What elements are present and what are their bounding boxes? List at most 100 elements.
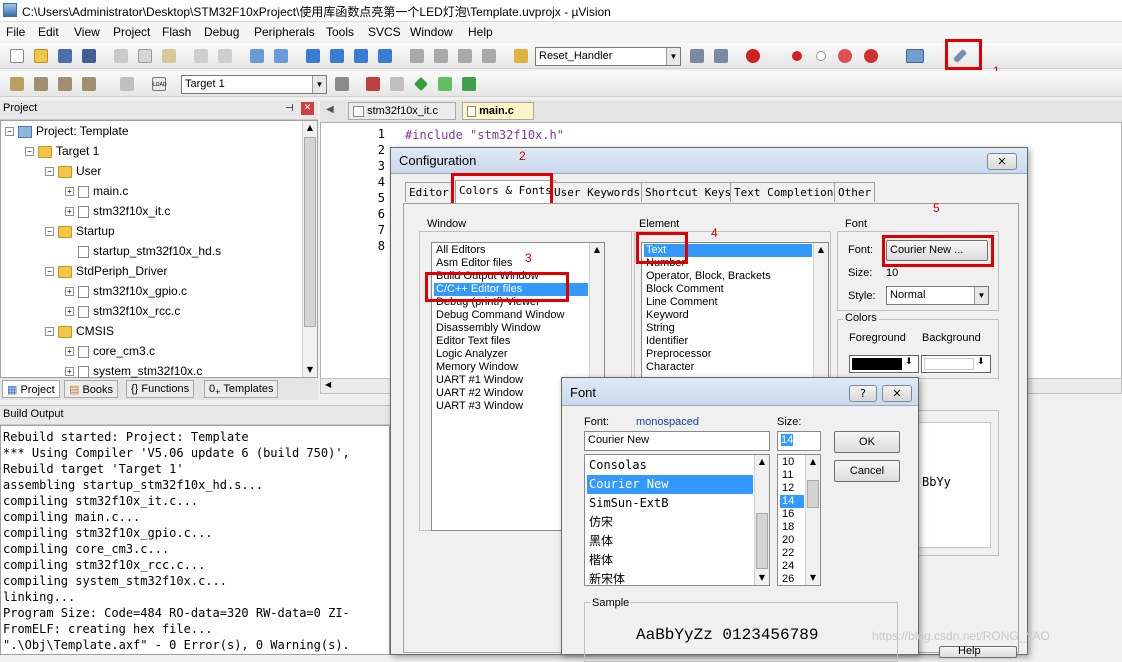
translate-icon[interactable] xyxy=(8,75,26,93)
list-item[interactable]: Identifier xyxy=(644,335,812,348)
style-combo[interactable]: Normal ▼ xyxy=(886,286,989,305)
chevron-down-icon[interactable]: ⬇ xyxy=(905,357,913,367)
scroll-up-icon[interactable]: ▲ xyxy=(590,243,604,257)
menu-window[interactable]: Window xyxy=(410,25,453,39)
tree-item[interactable]: + stm32f10x_rcc.c xyxy=(65,304,180,318)
list-item[interactable]: 14 xyxy=(780,495,804,508)
tab-templates[interactable]: 0+ Templates xyxy=(204,380,279,398)
new-file-icon[interactable] xyxy=(8,47,26,65)
nav-forward-icon[interactable] xyxy=(272,47,290,65)
scroll-up-icon[interactable]: ▲ xyxy=(755,455,769,469)
load-flash-icon[interactable]: LOAD xyxy=(150,75,170,93)
collapse-icon[interactable]: − xyxy=(45,267,54,277)
select-packs-icon[interactable] xyxy=(388,75,406,93)
tab-user-keywords[interactable]: User Keywords xyxy=(550,182,645,202)
chevron-down-icon[interactable]: ▼ xyxy=(974,287,988,304)
menu-svcs[interactable]: SVCS xyxy=(368,25,401,39)
font-size-input[interactable]: 14 xyxy=(777,431,821,451)
foreground-color-picker[interactable]: ⬇ xyxy=(849,355,919,373)
disable-breakpoints-icon[interactable] xyxy=(836,47,854,65)
pin-icon[interactable]: ⊣ xyxy=(285,103,294,114)
list-item[interactable]: 16 xyxy=(780,508,804,521)
tab-project[interactable]: ▦ Project xyxy=(2,380,60,398)
scroll-thumb[interactable] xyxy=(756,513,768,569)
scroll-down-icon[interactable]: ▼ xyxy=(303,363,317,377)
size-list-scrollbar[interactable]: ▲ ▼ xyxy=(805,455,820,585)
debug-session-icon[interactable] xyxy=(744,47,762,65)
target-combo[interactable]: Target 1 ▼ xyxy=(181,75,327,94)
list-item[interactable]: Character xyxy=(644,361,812,374)
comment-icon[interactable] xyxy=(456,47,474,65)
menu-debug[interactable]: Debug xyxy=(204,25,239,39)
list-item[interactable]: String xyxy=(644,322,812,335)
list-item[interactable]: 黑体 xyxy=(587,532,753,551)
nav-back-icon[interactable] xyxy=(248,47,266,65)
tree-item[interactable]: + core_cm3.c xyxy=(65,344,155,358)
list-item[interactable]: Operator, Block, Brackets xyxy=(644,270,812,283)
list-item[interactable]: Asm Editor files xyxy=(434,257,588,270)
list-item[interactable]: Block Comment xyxy=(644,283,812,296)
undo-icon[interactable] xyxy=(192,47,210,65)
chevron-down-icon[interactable]: ▼ xyxy=(666,48,680,65)
code-line-1[interactable]: #include "stm32f10x.h" xyxy=(405,128,564,142)
font-name-listbox[interactable]: 新宋体 楷体 黑体 仿宋 SimSun-ExtB Courier New Consolas … xyxy=(584,454,770,586)
list-item[interactable]: 10 xyxy=(780,456,804,469)
tab-books[interactable]: ▤ Books xyxy=(64,380,119,398)
list-item[interactable]: 18 xyxy=(780,521,804,534)
expand-icon[interactable]: + xyxy=(65,187,74,197)
tree-item[interactable]: + system_stm32f10x.c xyxy=(65,364,202,378)
scroll-thumb[interactable] xyxy=(304,137,316,327)
unindent-icon[interactable] xyxy=(432,47,450,65)
list-item[interactable]: 楷体 xyxy=(587,551,753,570)
chevron-down-icon[interactable]: ▼ xyxy=(312,76,326,93)
pack-installer-icon[interactable] xyxy=(436,75,454,93)
configure-find-icon[interactable] xyxy=(712,47,730,65)
collapse-icon[interactable]: − xyxy=(45,227,54,237)
list-item[interactable]: Debug Command Window xyxy=(434,309,588,322)
manage-rte-icon[interactable] xyxy=(412,75,430,93)
tree-item[interactable]: startup_stm32f10x_hd.s xyxy=(65,244,221,258)
font-size-listbox[interactable]: 26 24 22 20 18 16 14 12 11 10 ▲ ▼ xyxy=(777,454,821,586)
project-tree-scrollbar[interactable]: ▲ ▼ xyxy=(302,121,317,377)
next-bookmark-icon[interactable] xyxy=(352,47,370,65)
ok-button[interactable]: OK xyxy=(834,431,900,453)
list-item[interactable]: All Editors xyxy=(434,244,588,257)
find-icon[interactable] xyxy=(688,47,706,65)
font-name-input[interactable]: Courier New xyxy=(584,431,770,451)
manage-project-items-icon[interactable] xyxy=(364,75,382,93)
insert-breakpoint-icon[interactable] xyxy=(788,47,806,65)
indent-icon[interactable] xyxy=(408,47,426,65)
tree-item[interactable]: + main.c xyxy=(65,184,128,198)
tab-editor[interactable]: Editor xyxy=(405,182,453,202)
list-item[interactable]: 24 xyxy=(780,560,804,573)
list-item[interactable]: Keyword xyxy=(644,309,812,322)
open-folder-icon[interactable] xyxy=(32,47,50,65)
expand-icon[interactable]: + xyxy=(65,367,74,377)
chevron-left-icon[interactable]: ◀ xyxy=(326,104,340,118)
enable-breakpoint-icon[interactable] xyxy=(812,47,830,65)
expand-icon[interactable]: + xyxy=(65,287,74,297)
background-color-picker[interactable]: ⬇ xyxy=(921,355,991,373)
rebuild-icon[interactable] xyxy=(56,75,74,93)
kill-breakpoints-icon[interactable] xyxy=(862,47,880,65)
collapse-icon[interactable]: − xyxy=(5,127,14,137)
tree-item[interactable]: − User xyxy=(45,164,101,178)
tab-text-completion[interactable]: Text Completion xyxy=(730,182,838,202)
tab-shortcut-keys[interactable]: Shortcut Keys xyxy=(641,182,736,202)
tree-item[interactable]: − Target 1 xyxy=(25,144,99,158)
uncomment-icon[interactable] xyxy=(480,47,498,65)
build-icon[interactable] xyxy=(32,75,50,93)
tab-functions[interactable]: {} Functions xyxy=(126,380,195,398)
save-icon[interactable] xyxy=(56,47,74,65)
list-item[interactable]: 仿宋 xyxy=(587,513,753,532)
scroll-thumb[interactable] xyxy=(807,480,819,508)
list-item[interactable]: 12 xyxy=(780,482,804,495)
close-icon[interactable]: ✕ xyxy=(882,385,912,402)
tree-item[interactable]: − CMSIS xyxy=(45,324,114,338)
list-item[interactable]: 26 xyxy=(780,573,804,585)
list-item[interactable]: Line Comment xyxy=(644,296,812,309)
function-combo[interactable]: Reset_Handler ▼ xyxy=(535,47,681,66)
cut-icon[interactable] xyxy=(112,47,130,65)
scroll-down-icon[interactable]: ▼ xyxy=(806,571,820,585)
save-all-icon[interactable] xyxy=(80,47,98,65)
